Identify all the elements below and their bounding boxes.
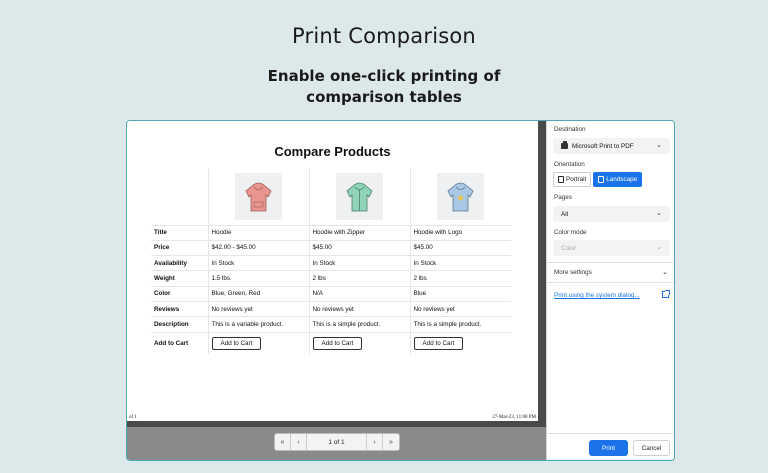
table-cell: No reviews yet: [409, 301, 511, 318]
print-preview[interactable]: Compare Products Title Hoodie Hoodie wit…: [127, 121, 546, 460]
print-button[interactable]: Print: [589, 440, 628, 456]
orientation-toggle: Portrait Landscape: [553, 172, 643, 187]
page-heading: Print Comparison: [292, 24, 476, 48]
row-label: Weight: [151, 270, 208, 287]
add-to-cart-button[interactable]: Add to Cart: [312, 336, 363, 350]
cancel-button[interactable]: Cancel: [633, 440, 670, 456]
landscape-button[interactable]: Landscape: [593, 172, 643, 187]
table-cell: 2 lbs: [308, 270, 410, 287]
product-images-row: [151, 169, 511, 226]
table-cell: Hoodie with Zipper: [308, 225, 410, 241]
table-row: Price $42.00 - $45.00 $45.00 $45.00: [151, 240, 511, 257]
add-to-cart-row: Add to Cart Add to Cart Add to Cart Add to …: [151, 332, 511, 355]
hoodie-logo-blue-icon: [437, 173, 485, 221]
table-cell: $45.00: [308, 240, 410, 257]
page-indicator: 1 of 1: [307, 434, 367, 450]
destination-value: Microsoft Print to PDF: [572, 142, 634, 150]
page-shadow-right: [538, 121, 546, 421]
add-to-cart-button[interactable]: Add to Cart: [413, 336, 464, 350]
table-cell: Hoodie with Logo: [409, 225, 511, 241]
printer-icon: [561, 141, 568, 149]
table-cell: N/A: [308, 286, 410, 302]
portrait-label: Portrait: [566, 176, 587, 183]
chevron-down-icon[interactable]: ⌄: [662, 268, 668, 276]
table-cell: $45.00: [409, 240, 511, 257]
divider: [547, 262, 674, 263]
first-page-button[interactable]: «: [275, 434, 291, 450]
color-mode-value: Color: [561, 244, 577, 252]
hoodie-zipper-green-icon: [336, 173, 383, 221]
row-label: Description: [151, 316, 208, 333]
portrait-button[interactable]: Portrait: [553, 172, 592, 187]
more-settings-toggle[interactable]: More settings: [554, 269, 592, 276]
table-cell: In Stock: [207, 255, 309, 272]
divider: [547, 282, 674, 283]
print-settings-panel: Destination Microsoft Print to PDF ⌄ Ori…: [546, 121, 674, 460]
row-label: Reviews: [151, 301, 208, 318]
open-external-icon[interactable]: [662, 290, 670, 298]
page-footer-left: of 1: [129, 415, 137, 420]
table-cell: Hoodie: [207, 225, 309, 241]
table-cell: 2 lbs: [409, 270, 511, 287]
table-cell: This is a simple product.: [409, 316, 511, 333]
row-label: Price: [151, 240, 208, 257]
color-mode-label: Color mode: [554, 229, 587, 236]
next-page-button[interactable]: ›: [367, 434, 383, 450]
table-row: Description This is a variable product. Th…: [151, 316, 511, 333]
last-page-button[interactable]: »: [383, 434, 399, 450]
pages-value: All: [561, 210, 568, 218]
table-cell: No reviews yet: [308, 301, 410, 318]
landscape-page-icon: [598, 176, 605, 183]
portrait-page-icon: [558, 176, 564, 183]
pages-label: Pages: [554, 194, 572, 201]
hoodie-pink-icon: [235, 173, 282, 221]
page-navigator: « ‹ 1 of 1 › »: [274, 433, 400, 451]
table-row: Color Blue, Green, Red N/A Blue: [151, 286, 511, 302]
chevron-down-icon: ⌄: [656, 142, 662, 149]
system-dialog-link[interactable]: Print using the system dialog...: [554, 292, 640, 299]
divider: [547, 433, 674, 434]
table-row: Availability In Stock In Stock In Stock: [151, 255, 511, 272]
table-cell: Blue: [409, 286, 511, 302]
color-mode-select[interactable]: Color ⌄: [553, 240, 670, 256]
table-cell: 1.5 lbs: [207, 270, 309, 287]
table-row: Weight 1.5 lbs 2 lbs 2 lbs: [151, 270, 511, 287]
compare-products-title: Compare Products: [274, 144, 391, 159]
table-cell: In Stock: [409, 255, 511, 272]
prev-page-button[interactable]: ‹: [291, 434, 307, 450]
destination-select[interactable]: Microsoft Print to PDF ⌄: [553, 138, 670, 154]
chevron-down-icon: ⌄: [656, 210, 662, 217]
table-cell: In Stock: [308, 255, 410, 272]
row-label: Add to Cart: [154, 339, 189, 347]
add-to-cart-button[interactable]: Add to Cart: [211, 336, 262, 350]
table-cell: $42.00 - $45.00: [207, 240, 309, 257]
row-label: Availability: [151, 255, 208, 272]
row-label: Title: [151, 225, 208, 241]
chevron-down-icon: ⌄: [656, 244, 662, 251]
table-cell: No reviews yet: [207, 301, 309, 318]
table-row: Reviews No reviews yet No reviews yet No re…: [151, 301, 511, 318]
table-row: Title Hoodie Hoodie with Zipper Hoodie with…: [151, 225, 511, 241]
page-shadow-bottom: [127, 421, 546, 427]
page-subheading: Enable one-click printing of comparison …: [267, 67, 501, 106]
orientation-label: Orientation: [554, 161, 585, 168]
table-cell: This is a variable product.: [207, 316, 309, 333]
pages-select[interactable]: All ⌄: [553, 206, 670, 222]
table-cell: Blue, Green, Red: [207, 286, 309, 302]
landscape-label: Landscape: [606, 176, 638, 183]
preview-page: Compare Products Title Hoodie Hoodie wit…: [127, 121, 538, 421]
destination-label: Destination: [554, 126, 586, 133]
row-label: Color: [151, 286, 208, 302]
table-cell: This is a simple product.: [308, 316, 410, 333]
page-footer-date: 27-Mar-23, 11:08 PM: [492, 415, 536, 420]
print-dialog: Compare Products Title Hoodie Hoodie wit…: [126, 120, 675, 461]
comparison-table: Title Hoodie Hoodie with Zipper Hoodie with…: [151, 169, 511, 355]
